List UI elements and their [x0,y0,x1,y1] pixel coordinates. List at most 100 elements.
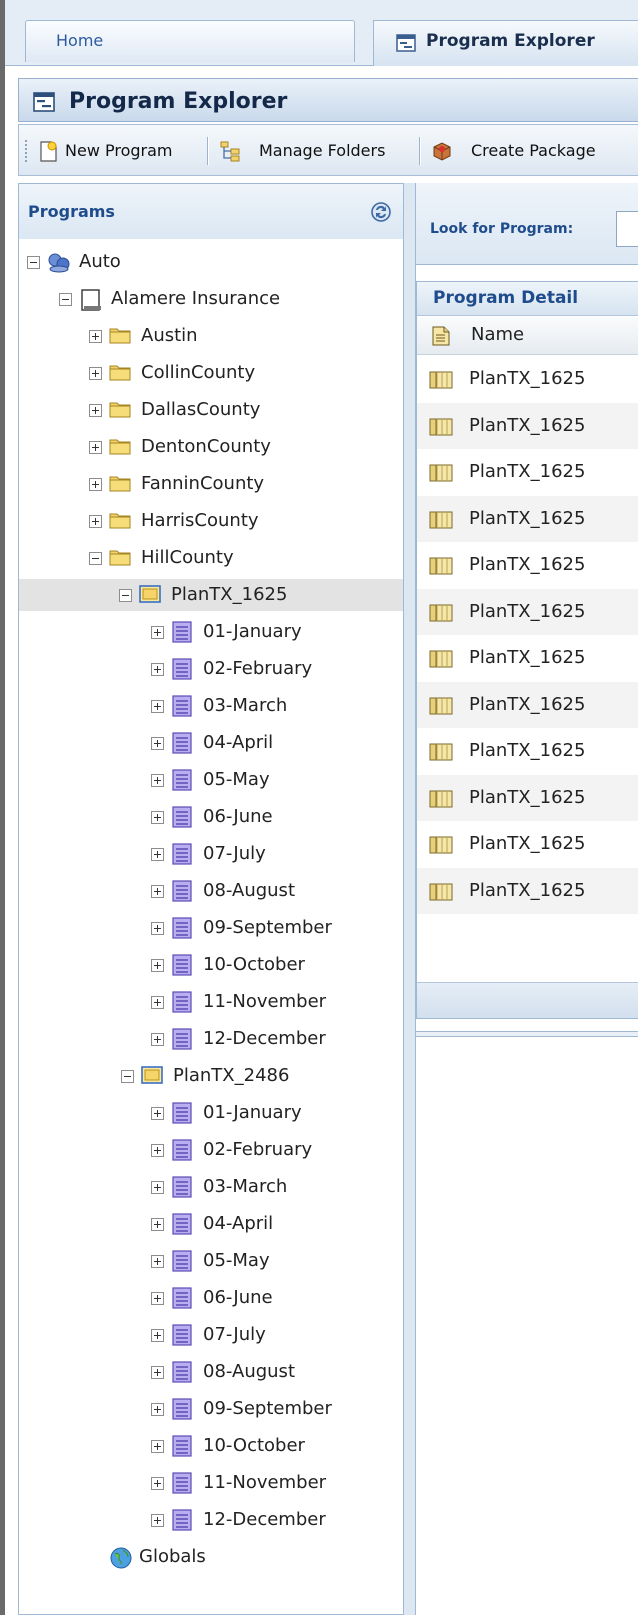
month-list-icon [171,1176,193,1198]
program-table-icon [429,790,453,808]
expand-icon[interactable] [151,1292,164,1305]
expand-icon[interactable] [89,441,102,454]
expand-icon[interactable] [151,959,164,972]
expand-icon[interactable] [151,922,164,935]
tab-bar: Home Program Explorer [5,0,638,66]
expand-icon[interactable] [151,996,164,1009]
refresh-icon[interactable] [369,200,393,224]
company-icon [79,288,103,312]
table-row[interactable]: PlanTX_1625 [417,542,638,588]
tree-node-plan-label: PlanTX_2486 [173,1065,290,1086]
month-list-icon [171,954,193,976]
table-row[interactable]: PlanTX_1625 [417,588,638,635]
tree-node-month-label: 10-October [203,954,305,975]
tree-node-plan[interactable]: PlanTX_1625 [19,579,403,611]
grid-footer [417,982,638,1018]
program-name-cell: PlanTX_1625 [469,740,586,761]
month-list-icon [171,658,193,680]
page-title-bar: Program Explorer [18,78,638,122]
expand-icon[interactable] [151,1107,164,1120]
window-icon [33,92,55,112]
expand-icon[interactable] [151,1255,164,1268]
month-list-icon [171,1509,193,1531]
expand-icon[interactable] [89,515,102,528]
expand-icon[interactable] [151,885,164,898]
package-icon [431,140,453,162]
program-name-cell: PlanTX_1625 [469,554,586,575]
expand-icon[interactable] [151,1440,164,1453]
table-row[interactable]: PlanTX_1625 [417,867,638,914]
program-table-icon [429,883,453,901]
table-row[interactable]: PlanTX_1625 [417,495,638,542]
toolbar: New Program Manage Folders Create Packag… [18,124,638,176]
programs-panel-header: Programs [19,184,407,239]
tree-node-month-label: 09-September [203,1398,332,1419]
table-row[interactable]: PlanTX_1625 [417,774,638,821]
expand-icon[interactable] [151,1477,164,1490]
expand-icon[interactable] [89,330,102,343]
program-name-cell: PlanTX_1625 [469,879,586,901]
expand-icon[interactable] [151,626,164,639]
programs-panel-title: Programs [28,202,115,221]
expand-icon[interactable] [89,367,102,380]
expand-icon[interactable] [151,1181,164,1194]
expand-icon[interactable] [151,848,164,861]
expand-icon[interactable] [151,737,164,750]
expand-icon[interactable] [151,1144,164,1157]
panel-splitter[interactable] [403,183,416,1615]
expand-icon[interactable] [151,1514,164,1527]
expand-icon[interactable] [89,478,102,491]
table-row[interactable]: PlanTX_1625 [417,821,638,867]
table-row[interactable]: PlanTX_1625 [417,681,638,728]
collapse-icon[interactable] [27,256,40,269]
tab-home[interactable]: Home [25,20,355,62]
expand-icon[interactable] [151,811,164,824]
globe-icon [109,1546,133,1570]
program-name-cell: PlanTX_1625 [469,461,586,482]
name-column-header[interactable]: Name [417,317,638,355]
program-detail-title: Program Detail [417,282,638,316]
collapse-icon[interactable] [59,293,72,306]
expand-icon[interactable] [151,1033,164,1046]
table-row[interactable]: PlanTX_1625 [417,356,638,402]
tree-node-month-label: 07-July [203,843,266,864]
tree-node-county-label: CollinCounty [141,362,256,383]
program-name-cell: PlanTX_1625 [469,833,586,854]
expand-icon[interactable] [151,774,164,787]
tree-node-month-label: 11-November [203,991,327,1012]
new-program-label: New Program [65,141,173,160]
tab-program-explorer[interactable]: Program Explorer [373,20,638,66]
table-row[interactable]: PlanTX_1625 [417,728,638,774]
expand-icon[interactable] [151,663,164,676]
expand-icon[interactable] [151,1218,164,1231]
program-table-icon [429,836,453,854]
window-edge [0,0,5,1615]
tree-node-month-label: 07-July [203,1324,266,1345]
tree-node-auto-label: Auto [79,251,121,272]
expand-icon[interactable] [151,700,164,713]
window-icon [396,34,416,52]
table-row[interactable]: PlanTX_1625 [417,449,638,495]
tree-node-county-label: FanninCounty [141,473,265,494]
programs-panel: Programs Auto Alamere Insurance Austin Coll… [18,183,408,1615]
table-row[interactable]: PlanTX_1625 [417,635,638,681]
month-list-icon [171,917,193,939]
expand-icon[interactable] [151,1329,164,1342]
month-list-icon [171,1435,193,1457]
collapse-icon[interactable] [119,589,132,602]
toolbar-grip [25,140,28,162]
collapse-icon[interactable] [89,552,102,565]
folder-icon [109,399,131,419]
expand-icon[interactable] [151,1403,164,1416]
month-list-icon [171,1102,193,1124]
tree-node-county-label: HarrisCounty [141,510,259,531]
collapse-icon[interactable] [121,1070,134,1083]
month-list-icon [171,1213,193,1235]
month-list-icon [171,880,193,902]
table-row[interactable]: PlanTX_1625 [417,402,638,449]
look-for-program-input[interactable] [616,211,638,247]
expand-icon[interactable] [89,404,102,417]
expand-icon[interactable] [151,1366,164,1379]
month-list-icon [171,991,193,1013]
month-list-icon [171,769,193,791]
